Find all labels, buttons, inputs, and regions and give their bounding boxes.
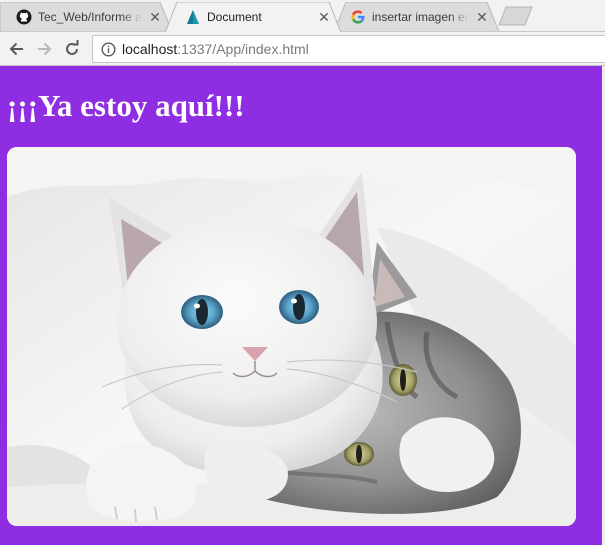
google-icon (350, 9, 366, 25)
arrow-left-icon (9, 42, 23, 56)
url-path: :1337/App/index.html (177, 41, 309, 57)
document-favicon-icon (185, 9, 201, 25)
address-bar[interactable]: localhost:1337/App/index.html (92, 35, 605, 63)
github-icon (16, 9, 32, 25)
tab-close-icon[interactable]: ✕ (148, 9, 162, 25)
back-button[interactable] (6, 38, 28, 60)
tab-title: Tec_Web/Informe a (38, 10, 142, 24)
site-info-icon[interactable] (96, 41, 120, 57)
tab-title: insertar imagen en (372, 10, 469, 24)
page-heading: ¡¡¡Ya estoy aquí!!! (7, 88, 245, 123)
tab-close-icon[interactable]: ✕ (317, 9, 331, 25)
tab-google-search[interactable]: insertar imagen en ✕ (334, 2, 499, 32)
forward-button[interactable] (33, 38, 55, 60)
tab-strip: Tec_Web/Informe a ✕ insertar imagen en ✕… (0, 0, 605, 33)
cats-image (7, 147, 576, 526)
url-text: localhost:1337/App/index.html (122, 41, 309, 57)
tab-close-icon[interactable]: ✕ (475, 9, 489, 25)
browser-chrome: Tec_Web/Informe a ✕ insertar imagen en ✕… (0, 0, 605, 66)
new-tab-icon (498, 6, 533, 26)
new-tab-button[interactable] (498, 6, 534, 26)
tab-document[interactable]: Document ✕ (165, 2, 341, 33)
tab-title: Document (207, 10, 262, 24)
reload-button[interactable] (61, 38, 83, 60)
reload-icon (66, 40, 79, 55)
url-host: localhost (122, 41, 178, 57)
page-content: ¡¡¡Ya estoy aquí!!! (0, 66, 605, 545)
arrow-right-icon (38, 42, 52, 56)
toolbar: localhost:1337/App/index.html (0, 32, 605, 66)
tab-github[interactable]: Tec_Web/Informe a ✕ (0, 2, 172, 32)
